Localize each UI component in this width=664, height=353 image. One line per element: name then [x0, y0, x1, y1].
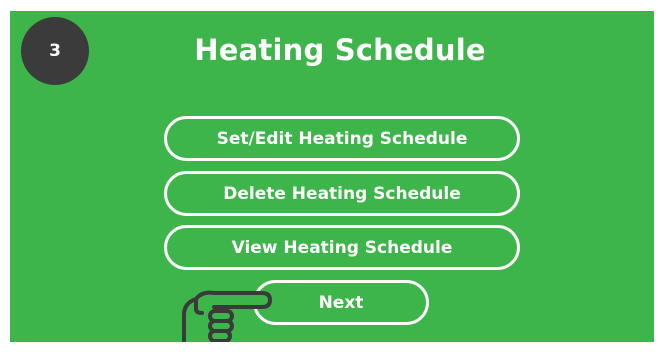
- view-heating-schedule-label: View Heating Schedule: [231, 237, 453, 258]
- step-number-badge: 3: [21, 17, 89, 85]
- set-edit-heating-schedule-label: Set/Edit Heating Schedule: [216, 128, 468, 149]
- page-title: Heating Schedule: [194, 33, 486, 67]
- delete-heating-schedule-button[interactable]: Delete Heating Schedule: [164, 171, 520, 216]
- next-label: Next: [318, 292, 364, 313]
- heating-schedule-screen: 3 Heating Schedule Set/Edit Heating Sche…: [10, 11, 654, 342]
- pointing-hand-icon: [182, 290, 272, 342]
- view-heating-schedule-button[interactable]: View Heating Schedule: [164, 225, 520, 270]
- delete-heating-schedule-label: Delete Heating Schedule: [223, 183, 461, 204]
- set-edit-heating-schedule-button[interactable]: Set/Edit Heating Schedule: [164, 116, 520, 161]
- step-number: 3: [49, 41, 61, 61]
